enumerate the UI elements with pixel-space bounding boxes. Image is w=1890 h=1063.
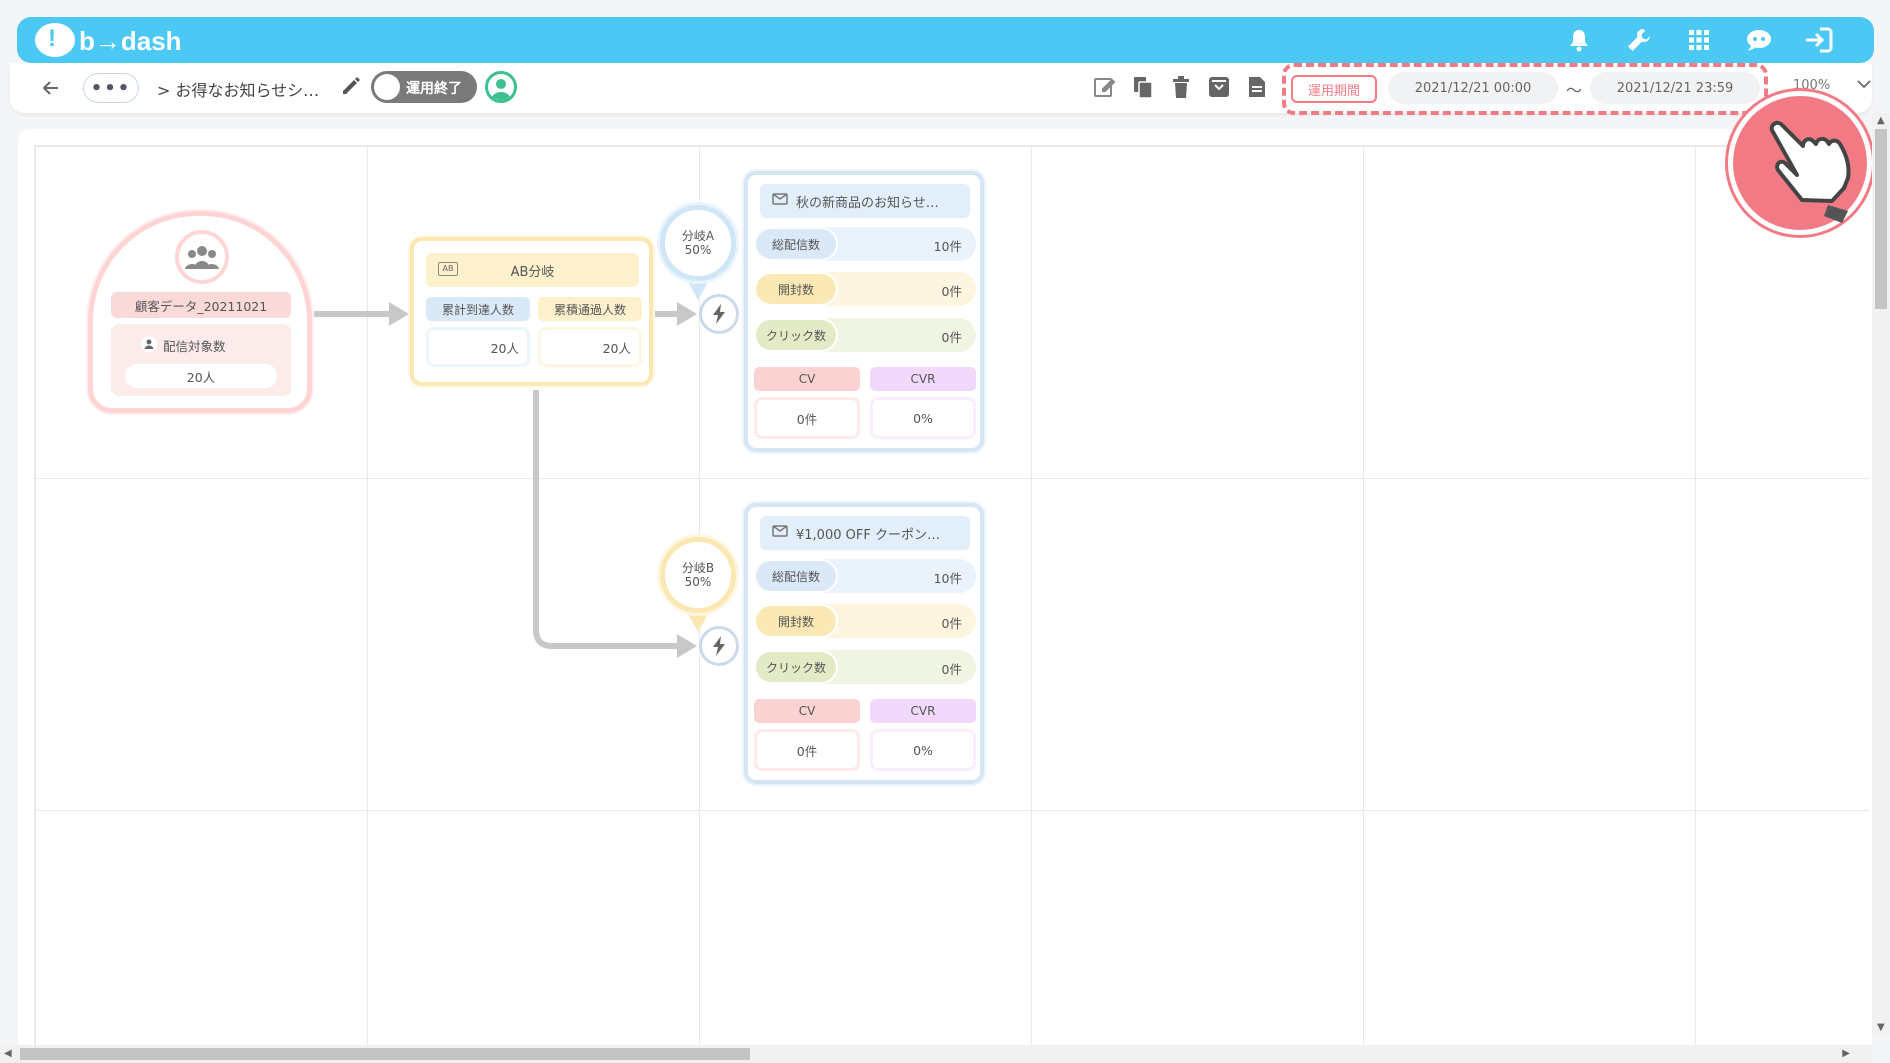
cv-label: CV xyxy=(754,699,860,723)
cvr-label: CVR xyxy=(870,367,976,391)
mail-b-click-row: クリック数 0件 xyxy=(754,650,976,684)
mail-icon xyxy=(772,525,788,541)
open-label: 開封数 xyxy=(754,604,838,638)
vertical-scrollbar[interactable]: ▲ ▼ xyxy=(1872,113,1890,1035)
sent-label: 総配信数 xyxy=(754,227,838,261)
cvr-value: 0% xyxy=(870,729,976,771)
mail-a-title-bar: 秋の新商品のお知らせ… xyxy=(760,184,970,218)
horizontal-scroll-thumb[interactable] xyxy=(20,1048,750,1060)
cumulative-pass-label: 累積通過人数 xyxy=(538,297,642,321)
mail-b-open-row: 開封数 0件 xyxy=(754,604,976,638)
person-icon xyxy=(141,336,157,355)
cumulative-pass-value: 20人 xyxy=(538,327,642,367)
pointing-hand-icon xyxy=(1728,91,1872,235)
target-count-value: 20人 xyxy=(125,364,277,388)
click-value: 0件 xyxy=(941,330,962,345)
sent-label: 総配信数 xyxy=(754,559,838,593)
branch-a-name: 分岐A xyxy=(681,229,715,243)
click-value: 0件 xyxy=(941,662,962,677)
cv-value: 0件 xyxy=(754,397,860,439)
cvr-value: 0% xyxy=(870,397,976,439)
cv-value: 0件 xyxy=(754,729,860,771)
branch-b-percent: 50% xyxy=(684,575,712,589)
sent-value: 10件 xyxy=(933,571,962,586)
branch-a-bubble[interactable]: 分岐A 50% xyxy=(660,205,736,281)
lightning-icon[interactable] xyxy=(699,294,739,334)
mail-node-a[interactable]: 秋の新商品のお知らせ… 総配信数 10件 開封数 0件 クリック数 0件 CV … xyxy=(744,171,984,452)
click-label: クリック数 xyxy=(754,318,838,352)
scroll-up-icon[interactable]: ▲ xyxy=(1877,115,1885,126)
branch-b-name: 分岐B xyxy=(681,561,715,575)
cv-label: CV xyxy=(754,367,860,391)
target-count-title: 配信対象数 xyxy=(163,339,226,354)
branch-b-bubble[interactable]: 分岐B 50% xyxy=(660,537,736,613)
cvr-label: CVR xyxy=(870,699,976,723)
group-users-icon xyxy=(175,230,229,284)
scroll-right-icon[interactable]: ▶ xyxy=(1842,1048,1850,1059)
scroll-left-icon[interactable]: ◀ xyxy=(4,1048,12,1059)
ab-icon: AB xyxy=(438,262,458,276)
source-label: 顧客データ_20211021 xyxy=(111,292,291,318)
mail-icon xyxy=(772,193,788,209)
vertical-scroll-thumb[interactable] xyxy=(1875,129,1887,309)
target-count-box: 配信対象数 20人 xyxy=(111,324,291,396)
mail-a-open-row: 開封数 0件 xyxy=(754,272,976,306)
ab-split-node[interactable]: AB AB分岐 累計到達人数 累積通過人数 20人 20人 xyxy=(410,237,653,386)
mail-node-b[interactable]: ¥1,000 OFF クーポン… 総配信数 10件 開封数 0件 クリック数 0… xyxy=(744,503,984,784)
mail-a-title: 秋の新商品のお知らせ… xyxy=(796,195,939,211)
sent-value: 10件 xyxy=(933,239,962,254)
mail-b-sent-row: 総配信数 10件 xyxy=(754,559,976,593)
mail-b-title: ¥1,000 OFF クーポン… xyxy=(796,527,940,543)
customer-data-node[interactable]: 顧客データ_20211021 配信対象数 20人 xyxy=(88,211,312,413)
ab-split-title: AB分岐 xyxy=(510,264,555,280)
click-label: クリック数 xyxy=(754,650,838,684)
lightning-icon[interactable] xyxy=(699,626,739,666)
cumulative-reach-value: 20人 xyxy=(426,327,530,367)
ab-split-header: AB AB分岐 xyxy=(426,253,639,287)
mail-a-sent-row: 総配信数 10件 xyxy=(754,227,976,261)
horizontal-scrollbar[interactable]: ◀ ▶ xyxy=(0,1045,1872,1063)
open-value: 0件 xyxy=(941,284,962,299)
mail-a-click-row: クリック数 0件 xyxy=(754,318,976,352)
open-value: 0件 xyxy=(941,616,962,631)
mail-b-title-bar: ¥1,000 OFF クーポン… xyxy=(760,516,970,550)
open-label: 開封数 xyxy=(754,272,838,306)
scroll-down-icon[interactable]: ▼ xyxy=(1877,1022,1885,1033)
cumulative-reach-label: 累計到達人数 xyxy=(426,297,530,321)
branch-a-percent: 50% xyxy=(684,243,712,257)
